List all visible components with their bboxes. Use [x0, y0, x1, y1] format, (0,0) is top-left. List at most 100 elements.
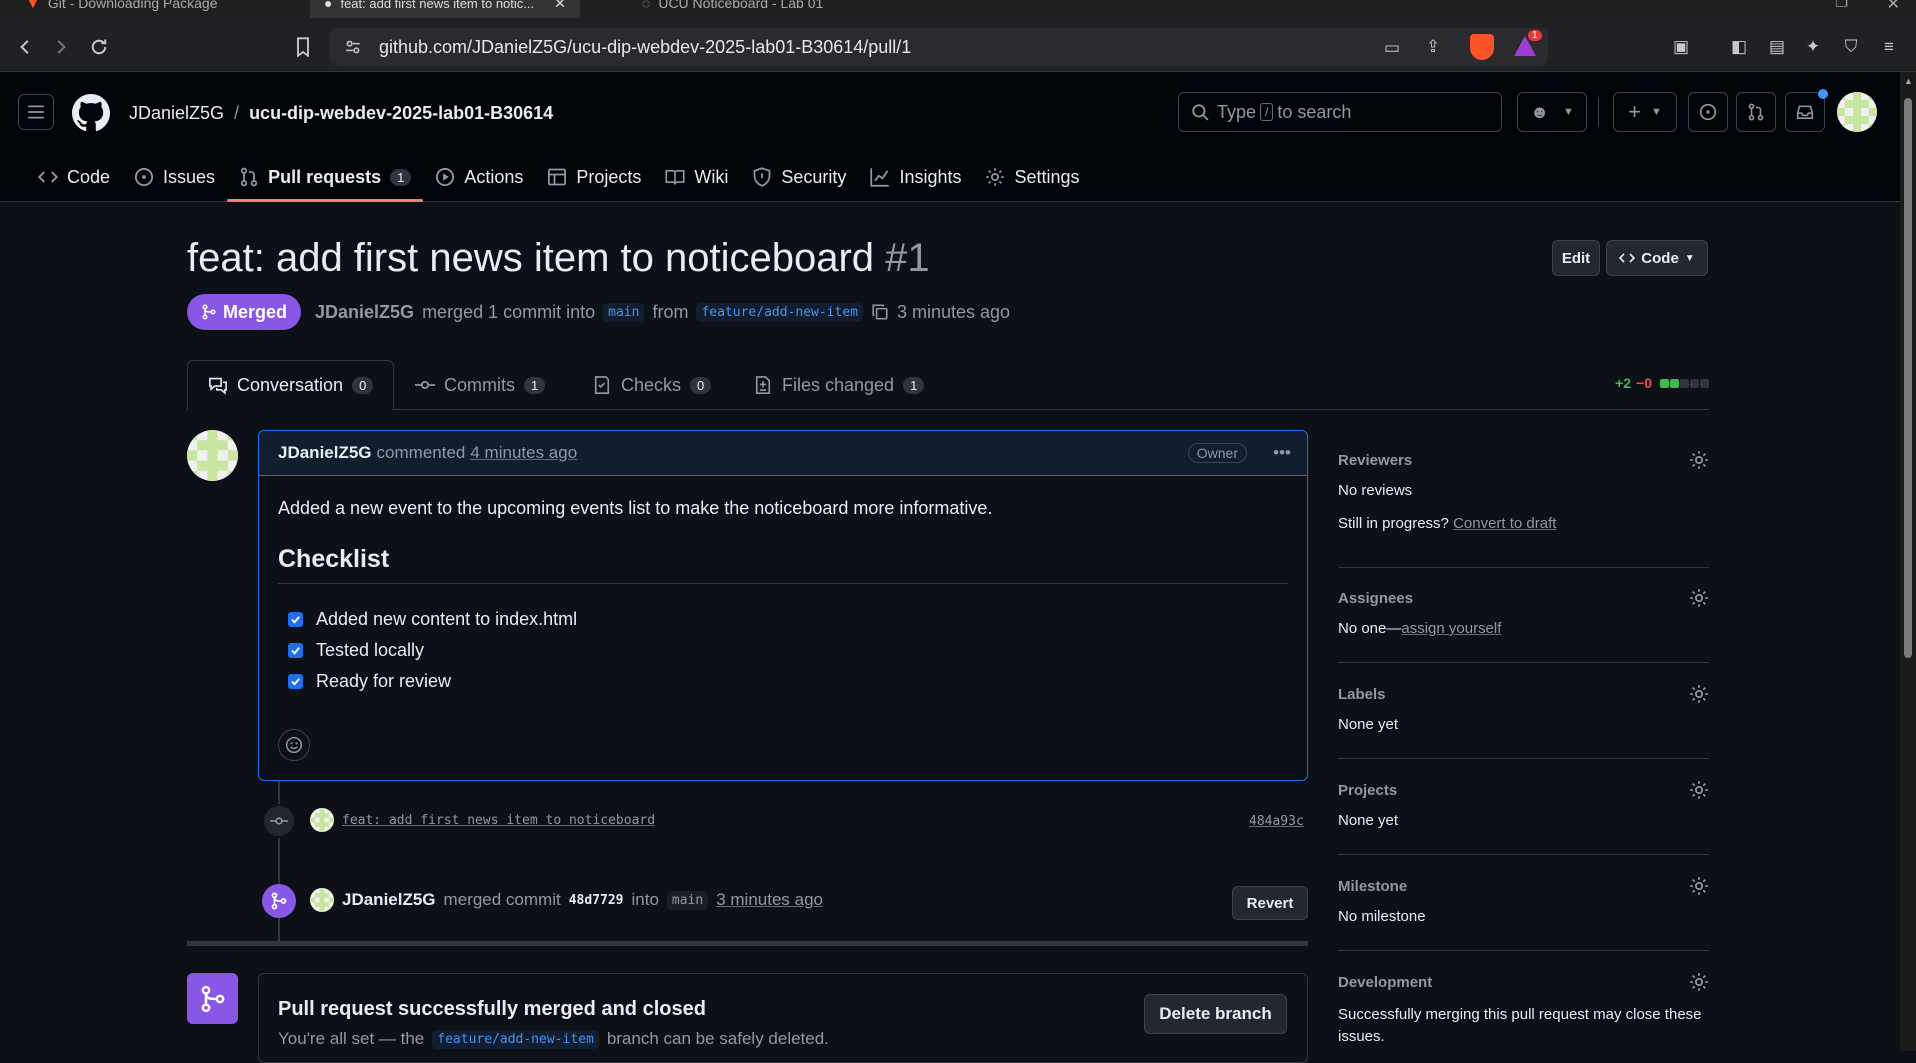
close-tab-icon[interactable]: ✕	[554, 0, 566, 12]
graph-icon	[870, 168, 890, 187]
convert-to-draft-link[interactable]: Convert to draft	[1453, 515, 1556, 532]
checkbox-checked[interactable]	[288, 643, 303, 658]
merge-commit-sha[interactable]: 48d7729	[569, 893, 624, 908]
copy-icon[interactable]	[871, 303, 889, 321]
hamburger-menu-button[interactable]	[18, 94, 54, 130]
commit-sha-link[interactable]: 484a93c	[1249, 814, 1304, 829]
owner-link[interactable]: JDanielZ5G	[129, 103, 224, 124]
search-input[interactable]: Type / to search	[1178, 92, 1502, 132]
vpn-icon[interactable]: ⛉	[1838, 34, 1864, 60]
search-icon	[1192, 104, 1209, 121]
address-bar[interactable]: github.com/JDanielZ5G/ucu-dip-webdev-202…	[330, 28, 1548, 66]
tab-insights[interactable]: Insights	[858, 160, 973, 194]
repo-link[interactable]: ucu-dip-webdev-2025-lab01-B30614	[249, 103, 553, 124]
restore-window-icon[interactable]: ❐	[1835, 0, 1848, 11]
sidebar-icon[interactable]: ◧	[1726, 34, 1752, 60]
pr-author-link[interactable]: JDanielZ5G	[315, 302, 414, 323]
pull-requests-count: 1	[390, 168, 412, 186]
tab-security-label: Security	[781, 166, 847, 187]
base-branch-label[interactable]: main	[603, 302, 645, 322]
url-text[interactable]: github.com/JDanielZ5G/ucu-dip-webdev-202…	[379, 37, 911, 58]
tab-issues[interactable]: Issues	[122, 160, 227, 194]
tab-projects[interactable]: Projects	[535, 160, 653, 194]
tab-actions[interactable]: Actions	[423, 160, 535, 194]
development-heading[interactable]: Development	[1338, 974, 1432, 991]
checkbox-checked[interactable]	[288, 612, 303, 627]
milestone-heading[interactable]: Milestone	[1338, 878, 1407, 895]
search-shortcut-key: /	[1260, 103, 1274, 121]
head-branch-label[interactable]: feature/add-new-item	[696, 302, 863, 322]
reload-button[interactable]	[86, 34, 112, 60]
gear-icon[interactable]	[1689, 684, 1709, 704]
close-window-icon[interactable]: ✕	[1887, 0, 1900, 14]
edit-title-button[interactable]: Edit	[1552, 240, 1600, 276]
add-reaction-button[interactable]	[278, 729, 310, 761]
bookmark-button[interactable]	[290, 34, 316, 60]
gear-icon[interactable]	[1689, 450, 1709, 470]
brave-shields-icon[interactable]	[1470, 34, 1494, 60]
page-scrollbar[interactable]: ▲	[1900, 72, 1916, 1051]
issues-button[interactable]	[1688, 92, 1728, 132]
tab-commits[interactable]: Commits 1	[395, 360, 565, 410]
scroll-up-arrow-icon[interactable]: ▲	[1904, 76, 1913, 86]
share-icon[interactable]: ⇪	[1426, 37, 1440, 57]
gear-icon[interactable]	[1689, 972, 1709, 992]
inbox-button[interactable]	[1785, 89, 1828, 132]
projects-heading[interactable]: Projects	[1338, 782, 1397, 799]
revert-button[interactable]: Revert	[1232, 886, 1308, 920]
back-button[interactable]	[12, 34, 38, 60]
commit-author-avatar[interactable]	[310, 808, 334, 832]
checkbox-checked[interactable]	[288, 674, 303, 689]
chevron-down-icon: ▼	[1563, 106, 1574, 118]
assignees-heading[interactable]: Assignees	[1338, 590, 1413, 607]
github-logo-icon[interactable]	[72, 94, 110, 132]
code-dropdown-button[interactable]: Code ▼	[1606, 240, 1708, 276]
browser-tab-label: feat: add first news item to notic...	[340, 0, 535, 11]
tab-security[interactable]: Security	[740, 160, 858, 194]
tab-pull-requests[interactable]: Pull requests 1	[227, 160, 424, 202]
diffstat-blocks	[1660, 378, 1709, 388]
commit-message-link[interactable]: feat: add first news item to noticeboard	[342, 813, 655, 828]
labels-value: None yet	[1338, 716, 1399, 733]
merge-target-branch[interactable]: main	[666, 890, 709, 910]
merge-time-link[interactable]: 3 minutes ago	[716, 890, 823, 910]
tab-conversation[interactable]: Conversation 0	[187, 360, 395, 411]
copilot-button[interactable]: ☻ ▼	[1517, 92, 1587, 132]
kebab-menu-icon[interactable]: •••	[1273, 443, 1291, 463]
browser-tab[interactable]: ◌ UCU Noticeboard - Lab 01	[628, 0, 837, 18]
forward-button[interactable]	[48, 34, 74, 60]
brave-rewards-icon[interactable]: 1	[1512, 30, 1542, 58]
sidebar-labels: Labels None yet	[1338, 684, 1709, 759]
browser-tab[interactable]: ▼ Git - Downloading Package	[12, 0, 232, 18]
comment-author-avatar[interactable]	[187, 430, 238, 481]
scrollbar-thumb[interactable]	[1904, 98, 1912, 658]
reader-mode-icon[interactable]: ▣	[1668, 34, 1694, 60]
assign-yourself-link[interactable]: assign yourself	[1401, 620, 1501, 637]
gear-icon[interactable]	[1689, 780, 1709, 800]
create-new-button[interactable]: + ▼	[1613, 92, 1677, 132]
comment-time-link[interactable]: 4 minutes ago	[470, 443, 577, 463]
cast-icon[interactable]: ▭	[1384, 38, 1400, 58]
site-info-icon[interactable]	[344, 38, 362, 56]
leo-ai-icon[interactable]: ✦	[1800, 34, 1826, 60]
merged-branch[interactable]: feature/add-new-item	[432, 1029, 599, 1049]
merger-avatar[interactable]	[310, 888, 334, 912]
comment-author-link[interactable]: JDanielZ5G	[278, 443, 372, 463]
labels-heading[interactable]: Labels	[1338, 686, 1386, 703]
tab-checks[interactable]: Checks 0	[572, 360, 731, 410]
browser-tab-active[interactable]: ● feat: add first news item to notic... …	[310, 0, 580, 18]
pull-requests-button[interactable]	[1736, 92, 1776, 132]
tab-files-changed[interactable]: Files changed 1	[733, 360, 944, 410]
wallet-icon[interactable]: ▤	[1764, 34, 1790, 60]
merger-link[interactable]: JDanielZ5G	[342, 890, 436, 910]
user-avatar[interactable]	[1837, 92, 1877, 132]
tab-code[interactable]: Code	[26, 160, 122, 194]
delete-branch-button[interactable]: Delete branch	[1144, 994, 1287, 1034]
reviewers-heading[interactable]: Reviewers	[1338, 452, 1412, 469]
menu-icon[interactable]: ≡	[1876, 34, 1902, 60]
tab-settings[interactable]: Settings	[973, 160, 1091, 194]
code-icon	[38, 171, 58, 183]
gear-icon[interactable]	[1689, 876, 1709, 896]
tab-wiki[interactable]: Wiki	[653, 160, 740, 194]
gear-icon[interactable]	[1689, 588, 1709, 608]
